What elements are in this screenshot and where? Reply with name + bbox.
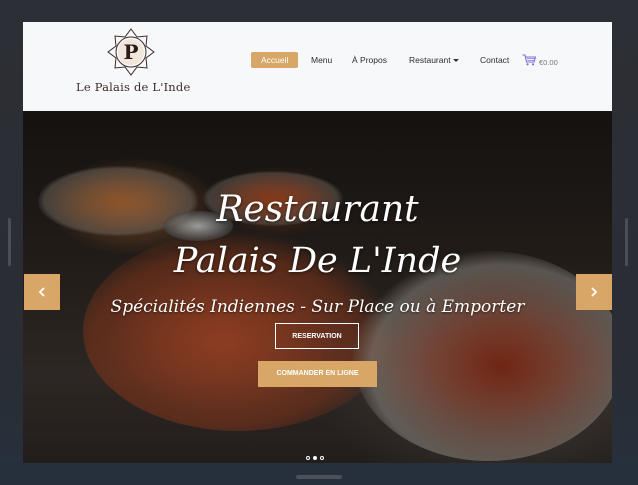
logo-text: Le Palais de L'Inde [76, 80, 191, 94]
hero-overlay [23, 111, 612, 463]
nav-menu[interactable]: Menu [311, 52, 332, 68]
cart-button[interactable]: €0.00 [522, 52, 558, 68]
bottom-handle[interactable] [296, 475, 342, 479]
carousel-dot[interactable] [313, 456, 317, 460]
hero-subtitle: Spécialités Indiennes - Sur Place ou à E… [110, 297, 525, 317]
carousel-next-button[interactable] [576, 274, 612, 310]
nav-a-propos[interactable]: À Propos [352, 52, 387, 68]
carousel-dot[interactable] [306, 456, 310, 460]
chevron-left-icon [38, 287, 45, 297]
svg-text:P: P [123, 40, 138, 64]
caret-down-icon [452, 59, 459, 63]
carousel-dot[interactable] [320, 456, 324, 460]
hero-carousel: Restaurant Palais De L'Inde Spécialités … [23, 111, 612, 463]
carousel-prev-button[interactable] [24, 274, 60, 310]
nav-restaurant[interactable]: Restaurant [409, 52, 459, 68]
nav-accueil[interactable]: Accueil [251, 52, 299, 68]
carousel-indicators [306, 456, 324, 460]
nav-contact[interactable]: Contact [480, 52, 509, 68]
side-handle-right[interactable] [625, 218, 628, 266]
chevron-right-icon [591, 287, 598, 297]
cart-icon [522, 54, 536, 66]
hero-title-line2: Palais De L'Inde [173, 241, 462, 281]
order-online-button[interactable]: COMMANDER EN LIGNE [258, 361, 377, 387]
logo-emblem-icon: P [107, 28, 155, 76]
nav-restaurant-label: Restaurant [409, 55, 451, 65]
reservation-button[interactable]: RESERVATION [275, 323, 359, 349]
side-handle-left[interactable] [8, 218, 11, 266]
hero-title-line1: Restaurant [216, 189, 419, 230]
site-logo[interactable]: P Le Palais de L'Inde [76, 27, 191, 99]
website-frame: P Le Palais de L'Inde Accueil Menu À Pro… [23, 22, 612, 463]
site-header: P Le Palais de L'Inde Accueil Menu À Pro… [23, 22, 612, 111]
cart-amount: €0.00 [539, 58, 558, 67]
